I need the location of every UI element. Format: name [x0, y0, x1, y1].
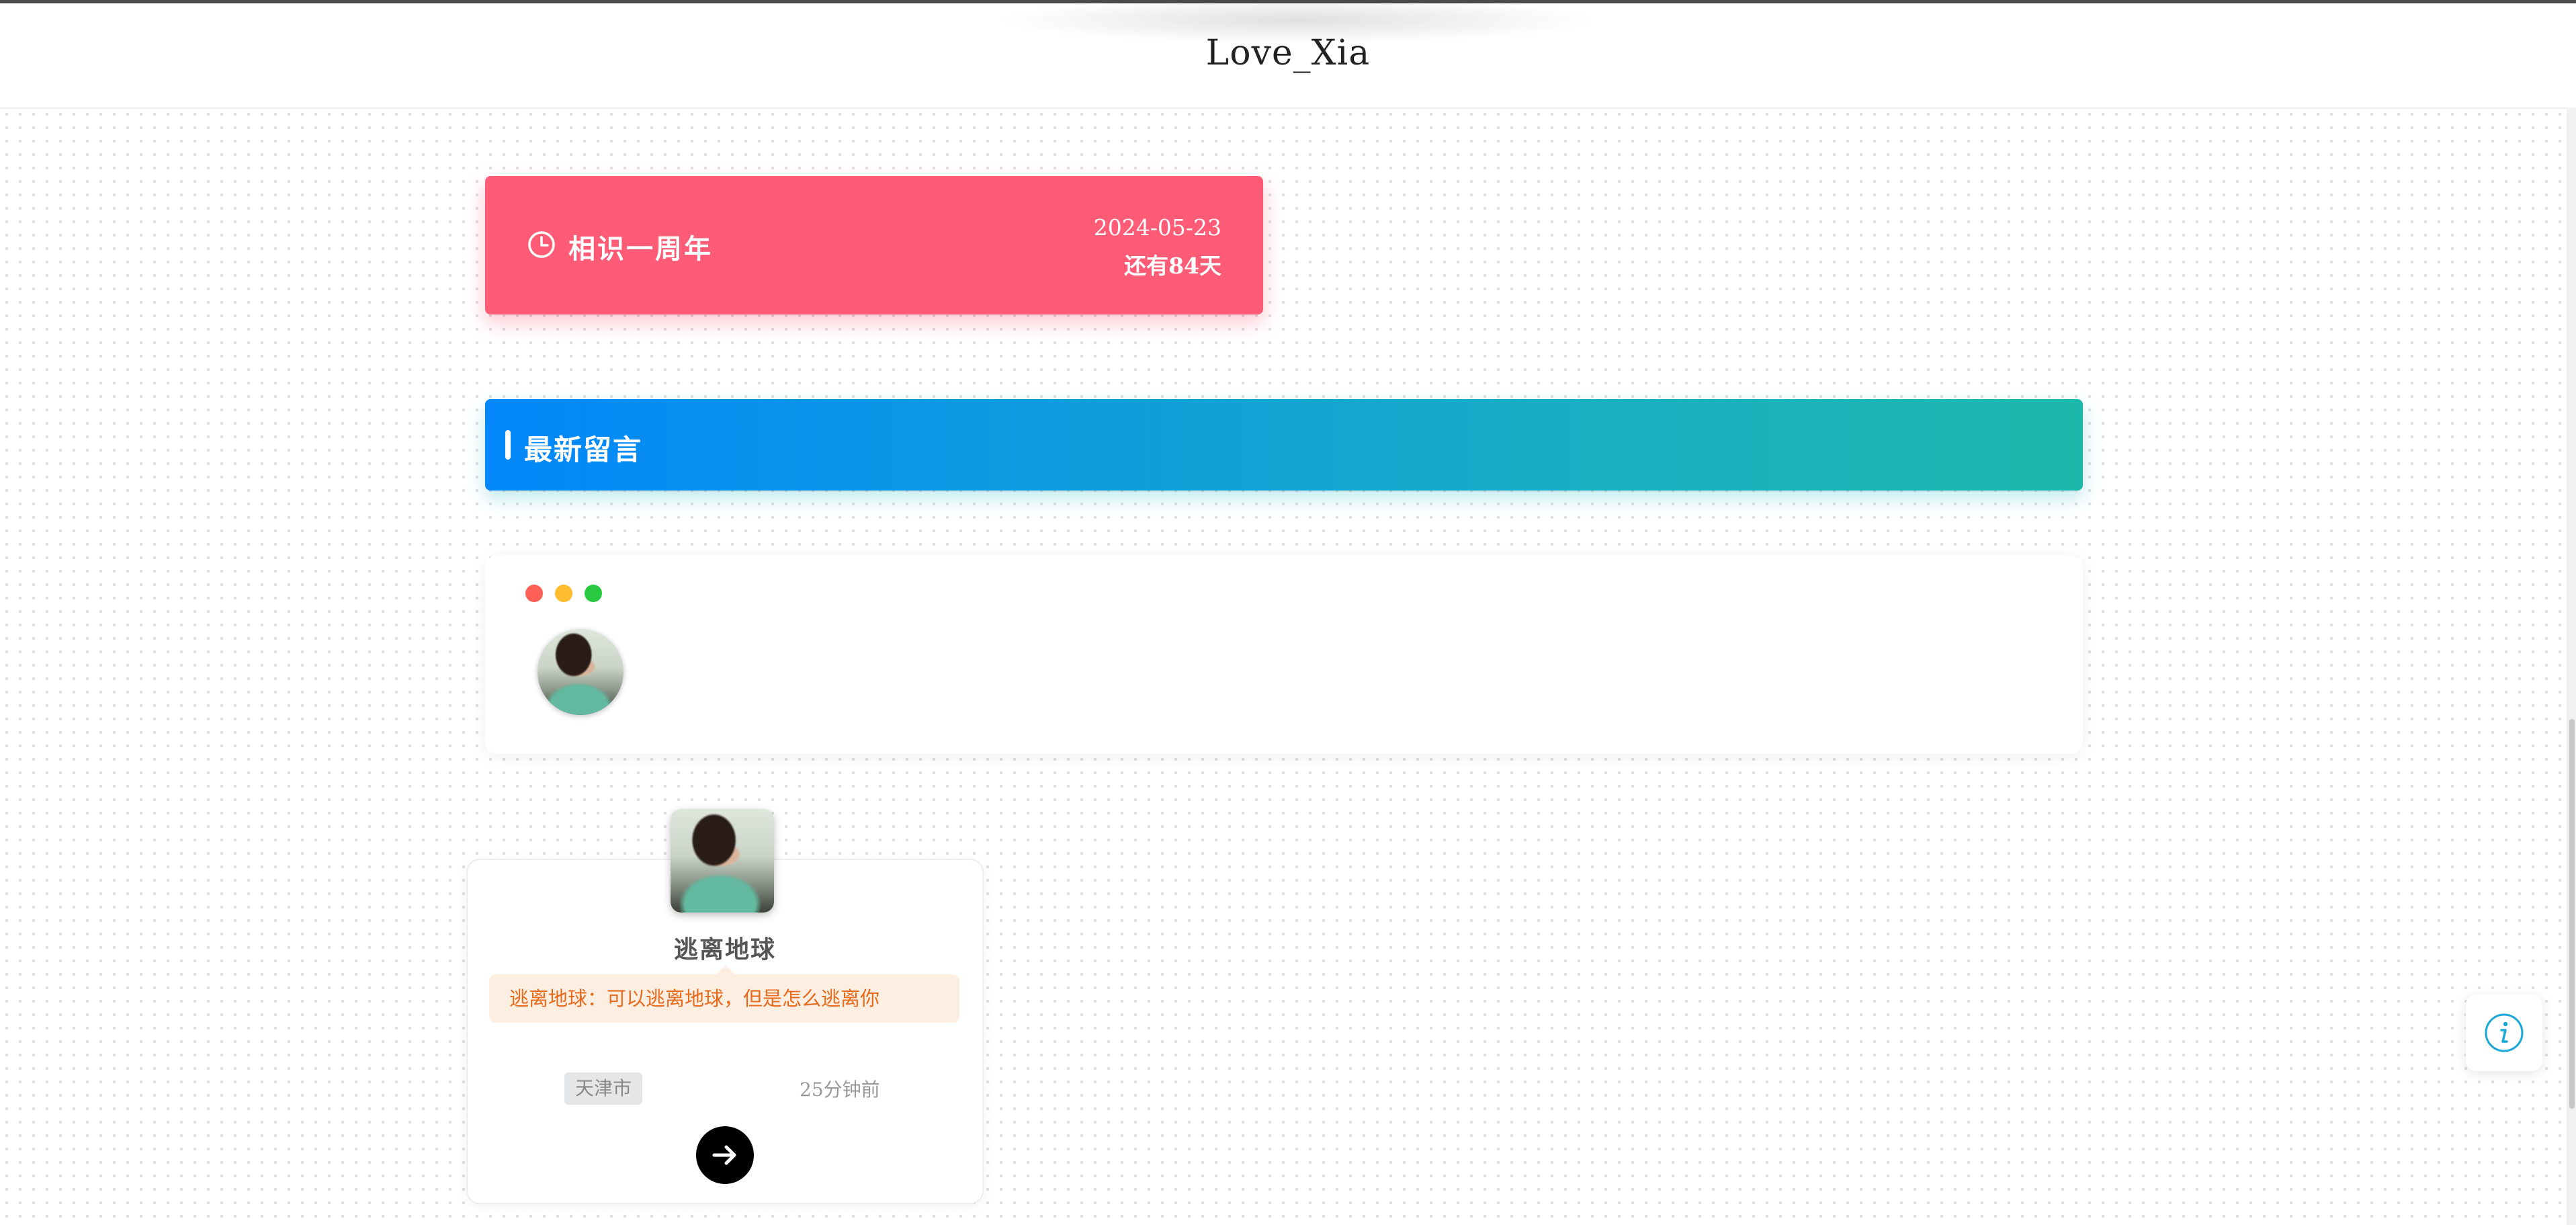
anniversary-date: 2024-05-23	[1093, 214, 1221, 241]
anniversary-card: 相识一周年 2024-05-23 还有84天	[485, 176, 1263, 314]
arrow-right-icon	[712, 1145, 736, 1165]
anniversary-title: 相识一周年	[568, 233, 713, 265]
message-author-name: 逃离地球	[673, 935, 776, 964]
open-message-button[interactable]	[696, 1126, 754, 1184]
info-icon	[2485, 1013, 2524, 1052]
scrollbar-thumb[interactable]	[2569, 719, 2575, 1109]
site-header: Love_Xia	[0, 0, 2576, 109]
clock-icon	[528, 231, 555, 258]
banner-accent-bar	[505, 430, 511, 460]
window-dot-yellow	[555, 585, 572, 602]
message-avatar-photo	[671, 809, 774, 913]
anniversary-remaining: 还有84天	[1124, 253, 1221, 279]
location-tag: 天津市	[564, 1072, 643, 1105]
site-title[interactable]: Love_Xia	[0, 33, 2576, 73]
latest-messages-title: 最新留言	[524, 433, 643, 466]
message-content: 逃离地球：可以逃离地球，但是怎么逃离你	[489, 974, 959, 1023]
latest-messages-banner: 最新留言	[485, 399, 2083, 491]
window-dot-red	[525, 585, 543, 602]
avatar[interactable]	[538, 629, 624, 715]
message-time: 25分钟前	[800, 1079, 880, 1101]
message-bubble-tip	[716, 965, 735, 974]
avatar-photo	[538, 629, 624, 715]
window-card	[485, 555, 2083, 754]
window-dot-green	[585, 585, 602, 602]
info-button[interactable]	[2466, 995, 2542, 1071]
message-avatar[interactable]	[671, 809, 774, 913]
